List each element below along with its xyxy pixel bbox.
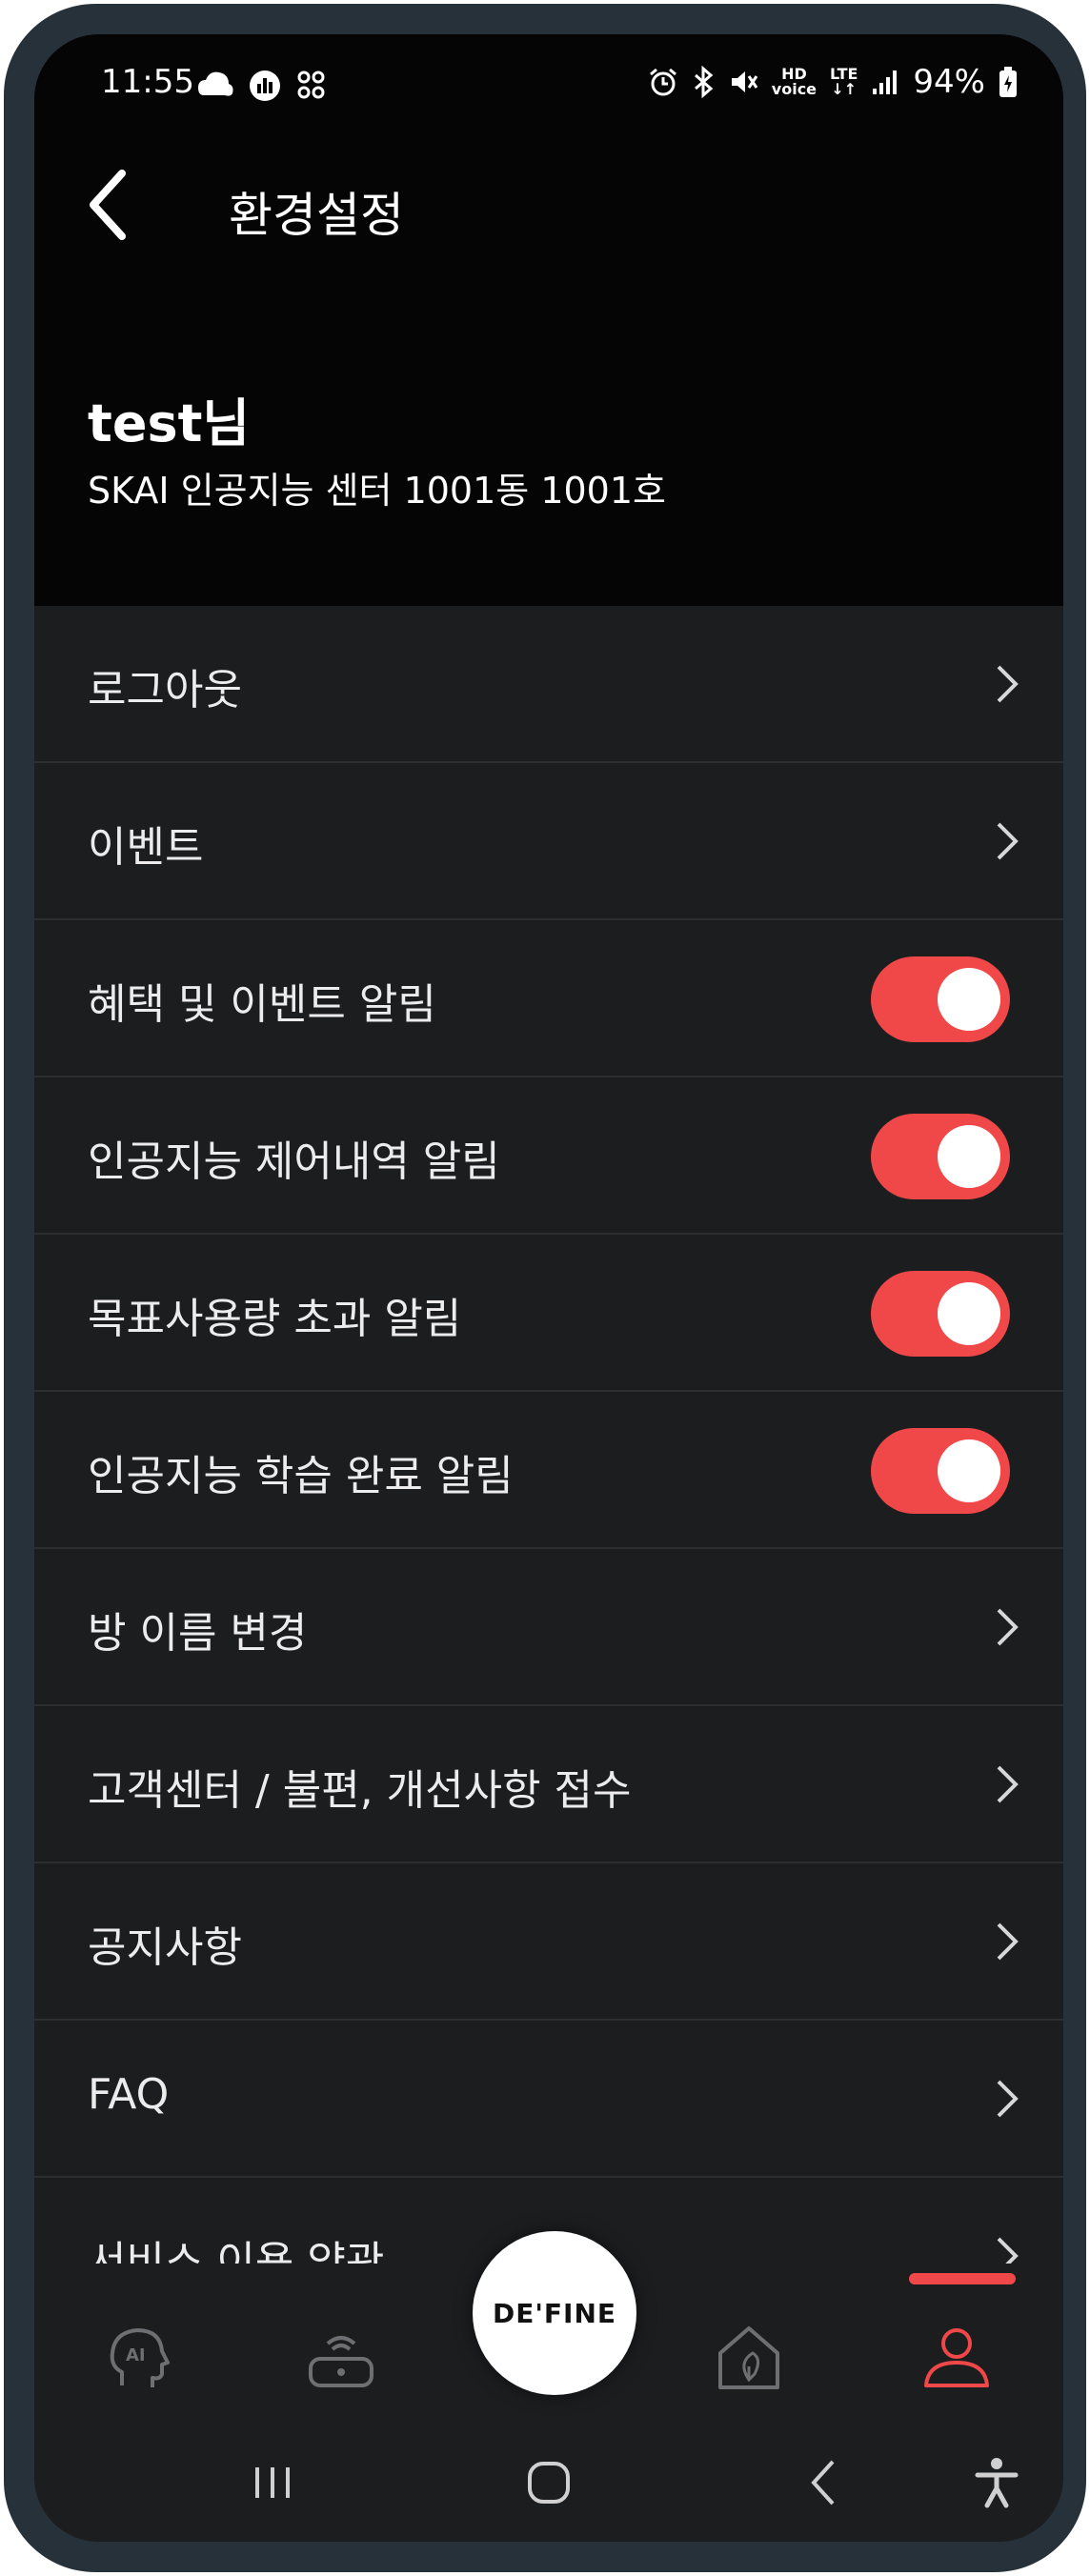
status-time: 11:55 [101,63,194,101]
menu-item-logout[interactable]: 로그아웃 [34,606,1063,763]
header-block: 11:55 HD voice LTE ↓↑ 94% 환경설정 test님 SKA… [34,34,1063,606]
toggle-knob [938,968,1000,1031]
grid-icon [297,70,325,99]
home-leaf-icon[interactable] [711,2319,787,2395]
signal-icon [873,70,898,94]
home-button-icon[interactable] [520,2454,577,2511]
chevron-right-icon [997,665,1019,703]
hd-text: HD [781,65,807,83]
menu-item-label: 목표사용량 초과 알림 [88,1295,462,1343]
page-title: 환경설정 [229,188,404,243]
lte-text: LTE [830,65,858,83]
benefit-alert-toggle[interactable] [871,956,1010,1042]
menu-item-label: 고객센터 / 불편, 개선사항 접수 [88,1766,632,1815]
menu-item-label: 인공지능 제어내역 알림 [88,1137,500,1186]
chevron-right-icon [997,822,1019,860]
menu-item-rename-room[interactable]: 방 이름 변경 [34,1549,1063,1706]
recent-apps-icon[interactable] [244,2454,301,2511]
chevron-right-icon [997,1922,1019,1961]
svg-text:AI: AI [126,2345,146,2365]
usage-alert-toggle[interactable] [871,1271,1010,1357]
hd-voice-icon: HD voice [771,65,818,98]
menu-item-usage-alert: 목표사용량 초과 알림 [34,1235,1063,1392]
menu-item-faq[interactable]: FAQ [34,2021,1063,2178]
ai-control-alert-toggle[interactable] [871,1114,1010,1199]
define-logo-button[interactable]: DE'FINE [473,2231,636,2395]
chevron-right-icon [997,1608,1019,1646]
accessibility-icon[interactable] [968,2454,1025,2511]
chart-icon [250,70,280,101]
menu-item-ai-learning-alert: 인공지능 학습 완료 알림 [34,1392,1063,1549]
chevron-right-icon [997,2080,1019,2118]
toggle-knob [938,1439,1000,1502]
menu-item-notice[interactable]: 공지사항 [34,1863,1063,2021]
ai-head-icon[interactable]: AI [101,2319,177,2395]
menu-item-event[interactable]: 이벤트 [34,763,1063,920]
menu-item-label: 인공지능 학습 완료 알림 [88,1452,514,1500]
wifi-router-icon[interactable] [303,2319,379,2395]
system-nav-bar [34,2422,1063,2542]
menu-item-customer-center[interactable]: 고객센터 / 불편, 개선사항 접수 [34,1706,1063,1863]
settings-list: 로그아웃 이벤트 혜택 및 이벤트 알림 인공지능 제어내역 알림 목표사용량 … [34,606,1063,2335]
active-tab-indicator [909,2273,1016,2284]
menu-item-label: FAQ [88,2070,170,2119]
user-name: test님 [88,393,251,453]
phone-frame: 11:55 HD voice LTE ↓↑ 94% 환경설정 test님 SKA… [4,4,1086,2572]
menu-item-label: 공지사항 [88,1923,242,1972]
menu-item-label: 이벤트 [88,823,204,872]
user-address: SKAI 인공지능 센터 1001동 1001호 [88,470,666,512]
lte-icon: LTE ↓↑ [830,65,858,98]
toggle-knob [938,1125,1000,1188]
menu-item-ai-control-alert: 인공지능 제어내역 알림 [34,1077,1063,1235]
screen: 11:55 HD voice LTE ↓↑ 94% 환경설정 test님 SKA… [34,34,1063,2542]
toggle-knob [938,1282,1000,1345]
battery-percent: 94% [913,63,985,101]
alarm-icon [649,68,676,96]
mute-icon [731,71,758,92]
chevron-right-icon [997,1765,1019,1803]
menu-item-label: 방 이름 변경 [88,1609,308,1658]
user-icon[interactable] [918,2319,995,2395]
menu-item-benefit-alert: 혜택 및 이벤트 알림 [34,920,1063,1077]
cloud-sync-icon [198,71,233,96]
back-nav-icon[interactable] [797,2454,854,2511]
bluetooth-icon [694,66,714,98]
back-arrow-icon[interactable] [84,162,160,248]
battery-icon [999,67,1017,97]
menu-item-label: 로그아웃 [88,666,242,714]
ai-learning-alert-toggle[interactable] [871,1428,1010,1514]
menu-item-label: 혜택 및 이벤트 알림 [88,980,436,1029]
status-bar: 11:55 HD voice LTE ↓↑ 94% [34,34,1063,130]
